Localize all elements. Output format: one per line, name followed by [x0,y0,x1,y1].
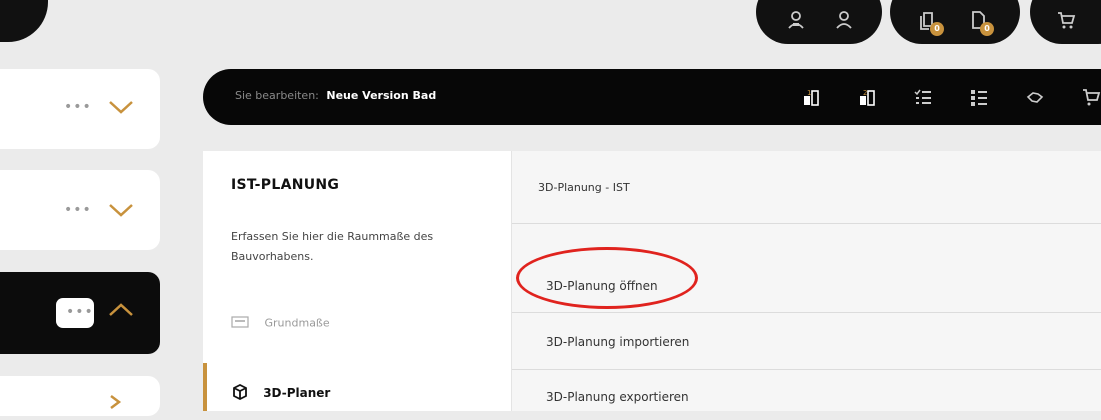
nav-item-label: 3D-Planer [263,386,331,400]
section-description: Erfassen Sie hier die Raummaße des Bauvo… [231,230,434,263]
divider [512,223,1101,224]
keyboard-icon [231,316,249,331]
chevron-right-icon[interactable] [108,394,122,414]
badge-count: 0 [980,22,994,36]
copy-document-icon[interactable]: 0 [918,10,944,36]
action-label: 3D-Planung exportieren [546,390,689,404]
more-icon[interactable]: ••• [64,202,92,218]
section-title: IST-PLANUNG [231,177,340,193]
accordion-card[interactable]: ••• [0,69,160,149]
handshake-icon[interactable] [1025,87,1045,107]
nav-item-label: Grundmaße [264,316,330,330]
floor-plan-1-icon[interactable]: 1 [801,87,821,107]
edit-version-name: Neue Version Bad [326,89,437,102]
floor-plan-2-icon[interactable]: 2 [857,87,877,107]
user-pill [756,0,882,44]
accordion-card[interactable]: ••• [0,170,160,250]
more-icon[interactable]: ••• [64,99,92,115]
edit-label: Sie bearbeiten: Neue Version Bad [235,89,436,102]
edit-bar: Sie bearbeiten: Neue Version Bad 1 2 [203,69,1101,125]
cart-pill [1030,0,1101,44]
user-icon[interactable] [834,10,856,30]
planning-sidebar: IST-PLANUNG Erfassen Sie hier die Raumma… [203,151,511,411]
chevron-down-icon[interactable] [108,202,134,222]
document-icon[interactable]: 0 [968,10,994,36]
highlight-ellipse [516,247,698,309]
checklist-1-icon[interactable] [913,87,933,107]
action-row-import[interactable]: 3D-Planung importieren [512,312,1101,369]
cart-icon[interactable] [1081,87,1101,107]
checklist-2-icon[interactable] [969,87,989,107]
user-group-icon[interactable] [786,10,808,30]
cart-icon[interactable] [1056,10,1078,30]
accordion-card[interactable] [0,376,160,416]
active-indicator [203,363,207,411]
action-row-export[interactable]: 3D-Planung exportieren [512,369,1101,420]
badge-count: 0 [930,22,944,36]
chevron-up-icon[interactable] [108,302,134,322]
accordion-card-expanded[interactable]: ••• [0,272,160,354]
more-icon: ••• [66,304,94,320]
action-label: 3D-Planung importieren [546,335,690,349]
top-left-pill [0,0,48,42]
chevron-down-icon[interactable] [108,99,134,119]
actions-title: 3D-Planung - IST [538,181,630,194]
svg-text:1: 1 [807,89,811,97]
more-button[interactable]: ••• [56,298,94,328]
documents-pill: 0 0 [890,0,1020,44]
edit-label-text: Sie bearbeiten: [235,89,319,102]
svg-text:2: 2 [863,89,867,97]
nav-item-grundmasse[interactable]: Grundmaße [231,316,330,331]
